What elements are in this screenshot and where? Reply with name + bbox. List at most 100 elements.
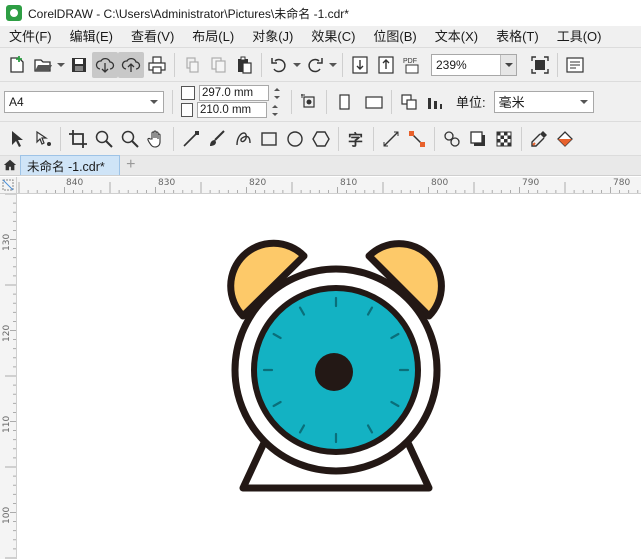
ellipse-tool-button[interactable] <box>282 126 308 152</box>
unit-dropdown-arrow[interactable] <box>580 100 593 104</box>
document-tab-label: 未命名 -1.cdr* <box>27 160 105 174</box>
cut-button[interactable] <box>179 52 205 78</box>
page-origin-button[interactable] <box>296 89 322 115</box>
artistic-media-tool-button[interactable] <box>204 126 230 152</box>
document-tab[interactable]: 未命名 -1.cdr* <box>20 155 120 175</box>
current-page-icon <box>428 97 442 109</box>
unit-dropdown[interactable]: 毫米 <box>493 90 594 113</box>
import-icon <box>352 55 368 74</box>
menu-text[interactable]: 文本(X) <box>426 26 487 48</box>
toolbox: 字 <box>0 122 641 156</box>
redo-button[interactable] <box>302 52 328 78</box>
page-size-dropdown[interactable]: A4 <box>4 90 164 113</box>
copy-icon <box>211 56 226 73</box>
application-launcher-button[interactable] <box>562 52 588 78</box>
menu-edit[interactable]: 编辑(E) <box>61 26 122 48</box>
import-button[interactable] <box>347 52 373 78</box>
current-page-button[interactable] <box>422 89 448 115</box>
interactive-fill-tool-button[interactable] <box>552 126 578 152</box>
freehand-tool-button[interactable] <box>178 126 204 152</box>
copy-button[interactable] <box>205 52 231 78</box>
menu-file[interactable]: 文件(F) <box>0 26 61 48</box>
open-dropdown-arrow[interactable] <box>56 52 66 78</box>
blend-tool-button[interactable] <box>439 126 465 152</box>
pick-tool-button[interactable] <box>4 126 30 152</box>
menu-effects[interactable]: 效果(C) <box>302 26 364 48</box>
zoom-level-combobox[interactable]: 239% <box>431 53 517 76</box>
zoom-tool-button[interactable] <box>91 126 117 152</box>
menu-table[interactable]: 表格(T) <box>487 26 548 48</box>
save-button[interactable] <box>66 52 92 78</box>
page-width-input[interactable]: 297.0 mm <box>199 85 269 101</box>
window-title: CorelDRAW - C:\Users\Administrator\Pictu… <box>28 6 349 21</box>
undo-dropdown-arrow[interactable] <box>292 52 302 78</box>
launcher-icon <box>566 56 584 73</box>
cloud-download-button[interactable] <box>92 51 118 78</box>
crop-icon <box>69 129 87 148</box>
page-height-spinner[interactable] <box>269 102 281 118</box>
toolbar-separator <box>373 126 374 151</box>
drawing-canvas[interactable] <box>17 194 641 559</box>
parallel-dimension-tool-button[interactable] <box>378 126 404 152</box>
new-document-button[interactable] <box>4 52 30 78</box>
redo-dropdown-arrow[interactable] <box>328 52 338 78</box>
page-width-spinner[interactable] <box>271 85 283 101</box>
horizontal-ruler[interactable]: 840 830 820 810 800 790 780 <box>17 177 641 194</box>
toolbar-separator <box>60 126 61 151</box>
ruler-h-label: 840 <box>66 178 84 188</box>
menu-object[interactable]: 对象(J) <box>243 26 302 48</box>
pdf-icon: PDF <box>403 58 419 73</box>
ruler-v-label: 110 <box>2 415 12 433</box>
zoom-out-tool-button[interactable] <box>117 126 143 152</box>
cloud-upload-button[interactable] <box>118 51 144 78</box>
standard-toolbar: PDF 239% <box>0 48 641 82</box>
eyedropper-icon <box>531 130 547 147</box>
open-button[interactable] <box>30 52 56 78</box>
landscape-button[interactable] <box>361 89 387 115</box>
rectangle-tool-button[interactable] <box>256 126 282 152</box>
connector-tool-button[interactable] <box>404 126 430 152</box>
drop-shadow-tool-button[interactable] <box>465 126 491 152</box>
export-icon <box>378 55 394 74</box>
menu-tools[interactable]: 工具(O) <box>548 26 611 48</box>
export-pdf-button[interactable]: PDF <box>399 52 425 78</box>
print-icon <box>148 55 166 74</box>
text-tool-button[interactable]: 字 <box>343 126 369 152</box>
portrait-button[interactable] <box>331 89 357 115</box>
vertical-ruler[interactable]: 130 120 110 100 <box>0 194 17 559</box>
toolbar-separator <box>172 89 173 114</box>
menu-bitmaps[interactable]: 位图(B) <box>364 26 425 48</box>
shadow-icon <box>470 130 485 146</box>
page-height-input[interactable]: 210.0 mm <box>197 102 267 118</box>
menu-view[interactable]: 查看(V) <box>122 26 183 48</box>
shape-tool-button[interactable] <box>30 126 56 152</box>
paste-button[interactable] <box>231 52 257 78</box>
undo-button[interactable] <box>266 52 292 78</box>
crop-tool-button[interactable] <box>65 126 91 152</box>
new-tab-button[interactable]: + <box>120 155 142 175</box>
export-button[interactable] <box>373 52 399 78</box>
cut-icon <box>186 56 199 73</box>
undo-icon <box>271 57 286 72</box>
all-pages-button[interactable] <box>396 89 422 115</box>
menu-layout[interactable]: 布局(L) <box>183 26 243 48</box>
transparency-tool-button[interactable] <box>491 126 517 152</box>
page-size-dropdown-arrow[interactable] <box>150 100 163 104</box>
redo-icon <box>308 57 323 72</box>
print-button[interactable] <box>144 52 170 78</box>
pan-tool-button[interactable] <box>143 126 169 152</box>
polygon-tool-button[interactable] <box>308 126 334 152</box>
connector-icon <box>409 130 425 147</box>
welcome-screen-tab[interactable] <box>0 155 20 175</box>
open-folder-icon <box>34 58 52 72</box>
ruler-origin-corner[interactable] <box>0 177 17 194</box>
alarm-clock-illustration[interactable] <box>17 194 641 559</box>
home-icon <box>3 159 17 171</box>
zoom-dropdown-arrow[interactable] <box>500 54 516 75</box>
eyedropper-tool-button[interactable] <box>526 126 552 152</box>
toolbar-separator <box>173 126 174 151</box>
dimension-icon <box>383 131 399 146</box>
ruler-corner-icon <box>2 179 14 191</box>
smart-drawing-tool-button[interactable] <box>230 126 256 152</box>
full-screen-preview-button[interactable] <box>527 52 553 78</box>
